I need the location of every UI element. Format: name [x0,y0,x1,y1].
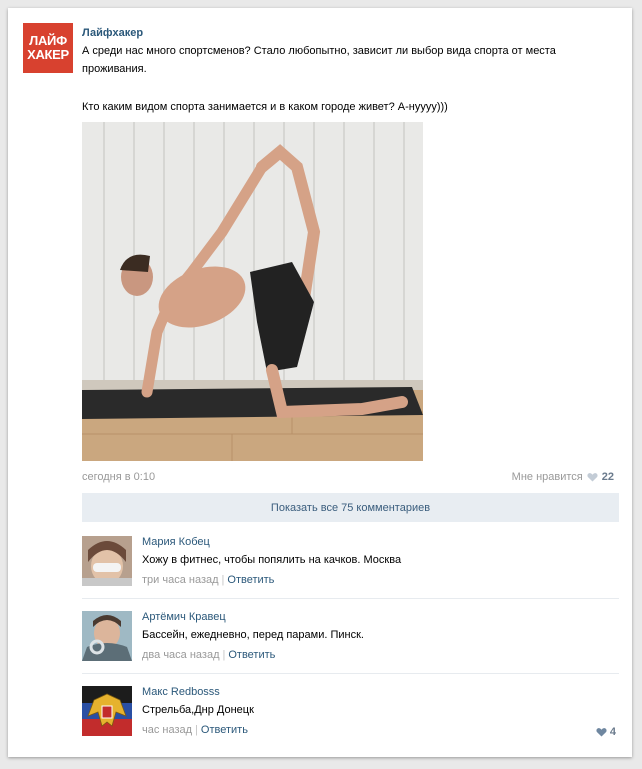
comment-item: Артёмич Кравец Бассейн, ежедневно, перед… [82,605,619,677]
comment-author-link[interactable]: Макс Redbosss [142,686,220,698]
post-photo[interactable] [82,122,423,461]
comment-meta: час назад | Ответить [142,724,248,736]
comment-text: Бассейн, ежедневно, перед парами. Пинск. [142,629,364,641]
heart-icon [596,728,607,737]
post-like-button[interactable]: Мне нравится 22 [512,471,614,483]
avatar[interactable] [82,536,132,586]
post-text-line: А среди нас много спортсменов? Стало люб… [82,45,556,57]
divider [82,673,619,674]
comment-text: Стрельба,Днр Донецк [142,704,254,716]
comment-author-link[interactable]: Артёмич Кравец [142,611,226,623]
show-all-comments-button[interactable]: Показать все 75 комментариев [82,493,619,522]
post-text: А среди нас много спортсменов? Стало люб… [82,42,602,116]
logo-line1: ЛАЙФ [29,33,67,48]
avatar[interactable] [82,611,132,661]
community-logo[interactable]: ЛАЙФ ХАКЕР [23,23,73,73]
comment-time[interactable]: три часа назад [142,574,219,586]
comment-item: Макс Redbosss Стрельба,Днр Донецк час на… [82,680,619,752]
comment-meta: два часа назад | Ответить [142,649,276,661]
post-timestamp[interactable]: сегодня в 0:10 [82,471,155,483]
comment-author-link[interactable]: Мария Кобец [142,536,210,548]
avatar-image [82,686,132,736]
divider [82,598,619,599]
comment-meta: три часа назад | Ответить [142,574,275,586]
like-count: 22 [601,471,614,483]
avatar-image [82,611,132,661]
heart-icon [587,473,598,482]
reply-link[interactable]: Ответить [228,649,275,661]
reply-link[interactable]: Ответить [201,724,248,736]
comment-item: Мария Кобец Хожу в фитнес, чтобы попялит… [82,530,619,602]
post-author-link[interactable]: Лайфхакер [82,27,143,39]
reply-link[interactable]: Ответить [227,574,274,586]
comment-time[interactable]: час назад [142,724,192,736]
comment-like-button[interactable]: 4 [596,726,616,738]
avatar[interactable] [82,686,132,736]
post-card: ЛАЙФ ХАКЕР Лайфхакер А среди нас много с… [8,8,632,757]
avatar-image [82,536,132,586]
post-text-line: Кто каким видом спорта занимается и в ка… [82,101,448,113]
logo-line2: ХАКЕР [27,47,69,62]
like-label: Мне нравится [511,471,583,483]
comment-text: Хожу в фитнес, чтобы попялить на качков.… [142,554,402,566]
yoga-photo-illustration [82,122,423,461]
comment-time[interactable]: два часа назад [142,649,219,661]
post-text-line: проживания. [82,63,147,75]
comment-like-count: 4 [609,726,616,738]
